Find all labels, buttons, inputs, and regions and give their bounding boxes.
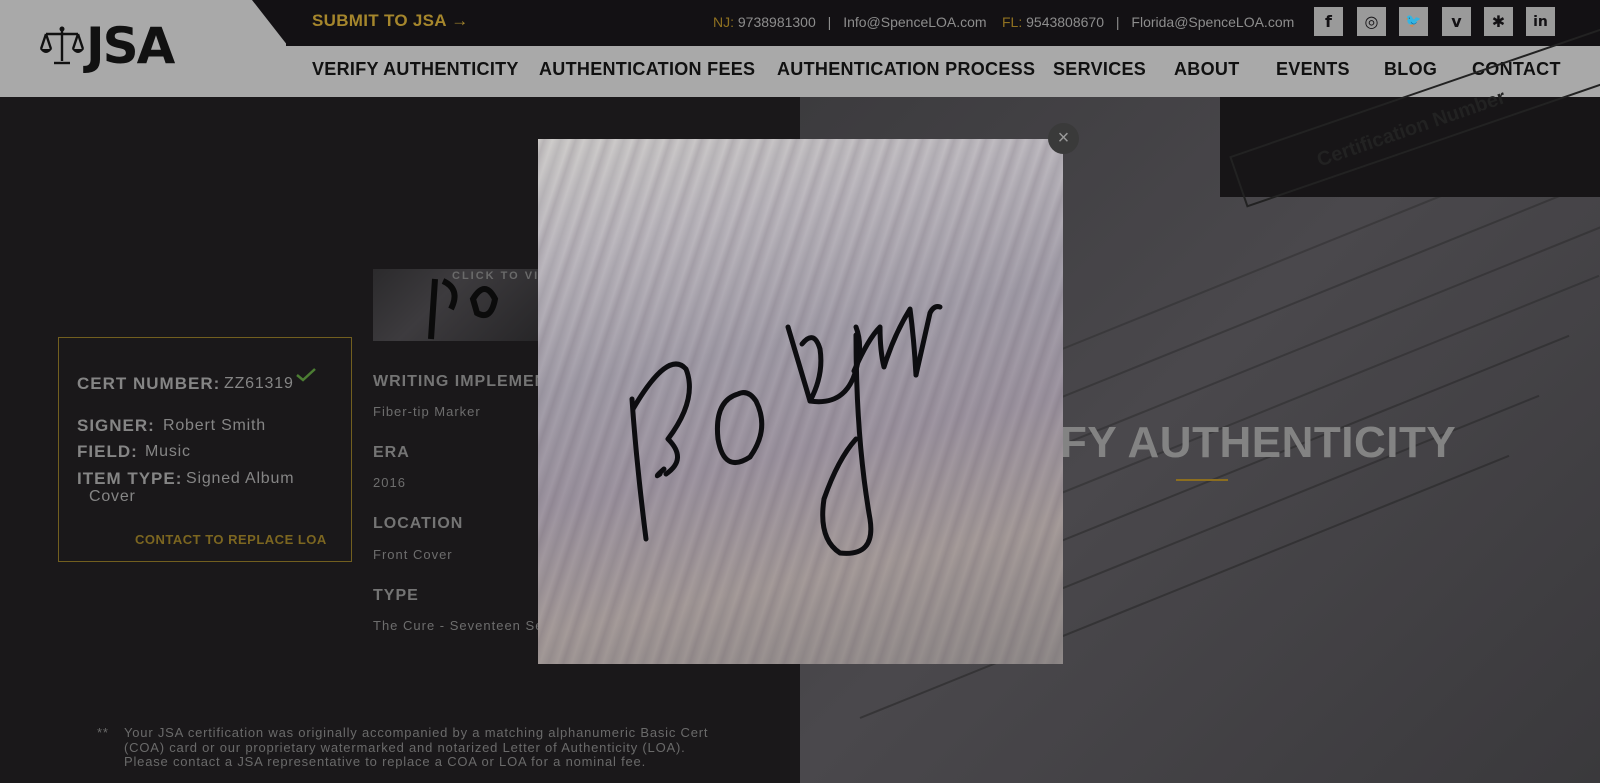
contact-separator: | [1115,14,1120,30]
cert-number-value: ZZ61319 [224,375,294,392]
nav-authentication-process[interactable]: AUTHENTICATION PROCESS [777,59,1035,80]
contact-fl-label: FL: [1002,14,1023,30]
facebook-icon[interactable]: f [1314,7,1343,36]
checkmark-icon [296,368,316,382]
vimeo-icon[interactable]: v [1442,7,1471,36]
hero-title: FY AUTHENTICITY [1060,418,1457,467]
instagram-icon[interactable]: ◎ [1357,7,1386,36]
nav-events[interactable]: EVENTS [1276,59,1350,80]
close-lightbox-button[interactable]: × [1048,123,1079,154]
era-value: 2016 [373,475,406,490]
signature-lightbox-image [538,139,1063,664]
writing-implement-label: WRITING IMPLEMENT [373,373,558,390]
footnote-mark: ** [97,725,109,740]
type-label: TYPE [373,587,419,604]
signer-value: Robert Smith [163,417,266,434]
item-type-label: ITEM TYPE: [77,469,183,488]
field-label: FIELD: [77,442,138,461]
location-label: LOCATION [373,515,464,532]
contact-fl-phone[interactable]: 9543808670 [1026,14,1104,30]
item-type-value: Signed Album [186,470,295,487]
topbar-wedge [252,0,288,46]
field-value: Music [145,443,191,460]
nav-authentication-fees[interactable]: AUTHENTICATION FEES [539,59,755,80]
yelp-icon[interactable]: ✱ [1484,7,1513,36]
writing-implement-value: Fiber-tip Marker [373,404,481,419]
location-value: Front Cover [373,547,453,562]
contact-fl-email[interactable]: Florida@SpenceLOA.com [1131,14,1294,30]
contact-nj-label: NJ: [713,14,734,30]
twitter-icon[interactable]: 🐦 [1399,7,1428,36]
nav-services[interactable]: SERVICES [1053,59,1146,80]
jsa-logo[interactable]: JSA [40,17,175,75]
submit-label: SUBMIT TO JSA [312,11,447,30]
footnote-text: Your JSA certification was originally ac… [124,725,709,769]
item-type-value-cont: Cover [89,488,136,505]
contact-to-replace-loa-link[interactable]: CONTACT TO REPLACE LOA [135,532,327,547]
nav-blog[interactable]: BLOG [1384,59,1437,80]
click-to-view-caption[interactable]: CLICK TO VI [452,270,539,282]
nav-verify-authenticity[interactable]: VERIFY AUTHENTICITY [312,59,519,80]
submit-to-jsa-link[interactable]: SUBMIT TO JSA → [312,11,469,31]
logo-text: JSA [86,17,175,75]
contact-separator: | [827,14,832,30]
arrow-right-icon: → [451,11,469,30]
contact-nj-phone[interactable]: 9738981300 [738,14,816,30]
signer-label: SIGNER: [77,416,155,435]
contact-fl: FL: 9543808670 | Florida@SpenceLOA.com [1002,14,1294,30]
contact-nj-email[interactable]: Info@SpenceLOA.com [843,14,986,30]
scales-icon [40,26,84,65]
signature-drawing [629,304,943,556]
contact-nj: NJ: 9738981300 | Info@SpenceLOA.com [713,14,987,30]
type-value: The Cure - Seventeen Sec [373,618,551,633]
nav-about[interactable]: ABOUT [1174,59,1240,80]
linkedin-icon[interactable]: in [1526,7,1555,36]
hero-underline [1176,479,1228,481]
cert-number-label: CERT NUMBER: [77,374,221,393]
era-label: ERA [373,444,410,461]
